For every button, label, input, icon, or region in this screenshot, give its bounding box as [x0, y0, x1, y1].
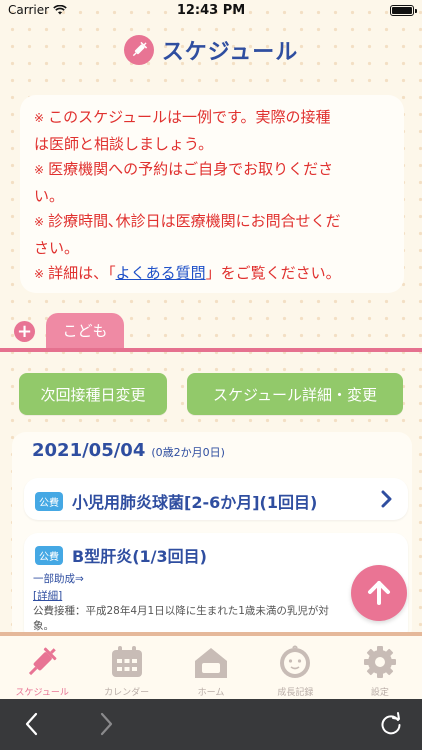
- schedule-date-row: 2021/05/04 (0歳2か月0日): [32, 440, 225, 461]
- tab-label: スケジュール: [15, 688, 69, 698]
- faq-link[interactable]: よくある質問: [116, 264, 206, 282]
- notice-mark: ※: [34, 267, 45, 281]
- baby-face-icon: [275, 642, 315, 682]
- tab-label: 成長記録: [277, 688, 314, 698]
- tab-growth-record[interactable]: 成長記録: [253, 636, 337, 699]
- notice-line: ※ 医療機関への予約はご自身でお取りくださ: [34, 157, 392, 184]
- notice-text: 詳細は、「: [48, 264, 116, 282]
- vaccine-name: 小児用肺炎球菌[2-6か月](1回目): [72, 493, 318, 512]
- public-badge: 公費: [35, 546, 63, 565]
- notice-line: ※ このスケジュールは一例です。実際の接種: [34, 105, 392, 132]
- tab-calendar[interactable]: カレンダー: [84, 636, 168, 699]
- add-child-button[interactable]: +: [14, 321, 35, 342]
- bottom-tab-bar: スケジュール カレンダー ホーム 成長記録 設定: [0, 632, 422, 699]
- arrow-up-icon: [368, 581, 390, 605]
- calendar-icon: [107, 642, 147, 682]
- notice-line: ※ 診療時間､休診日は医療機関にお問合せくだ: [34, 209, 392, 236]
- syringe-icon: [123, 35, 154, 65]
- schedule-age: (0歳2か月0日): [151, 446, 225, 459]
- tab-schedule[interactable]: スケジュール: [0, 636, 84, 699]
- notice-text: 医療機関への予約はご自身でお取りくださ: [48, 160, 334, 178]
- public-note: 公費接種：平成28年4月1日以降に生まれた1歳未満の乳児が対象。: [33, 605, 329, 632]
- tab-child[interactable]: こども: [46, 313, 124, 348]
- notice-text: 診療時間､休診日は医療機関にお問合せくだ: [48, 212, 341, 230]
- tab-underline: [0, 348, 422, 352]
- browser-toolbar: [0, 699, 422, 750]
- gear-icon: [360, 642, 400, 682]
- tab-settings[interactable]: 設定: [338, 636, 422, 699]
- schedule-detail-change-button[interactable]: スケジュール詳細・変更: [187, 373, 403, 415]
- chevron-right-icon: [381, 490, 392, 508]
- notice-text: さい。: [34, 238, 80, 257]
- scroll-to-top-button[interactable]: [351, 565, 407, 621]
- next-date-change-button[interactable]: 次回接種日変更: [19, 373, 167, 415]
- tab-label: ホーム: [197, 688, 225, 698]
- page-title: スケジュール: [161, 40, 299, 65]
- notice-text: は医師と相談しましょう。: [34, 134, 214, 153]
- home-icon: [191, 642, 231, 682]
- notice-text: 」をご覧ください。: [205, 264, 341, 282]
- vaccine-item[interactable]: 公費 小児用肺炎球菌[2-6か月](1回目): [24, 478, 408, 520]
- tab-label: カレンダー: [104, 688, 150, 698]
- subsidy-label: 一部助成⇒: [33, 573, 84, 585]
- notice-text: い。: [34, 186, 65, 205]
- notice-mark: ※: [34, 111, 45, 125]
- syringe-icon: [22, 642, 62, 682]
- public-badge: 公費: [35, 492, 63, 511]
- tab-label: 設定: [370, 688, 389, 698]
- header: スケジュール: [0, 30, 422, 70]
- battery-icon: [390, 5, 417, 16]
- tab-home[interactable]: ホーム: [169, 636, 253, 699]
- notice-mark: ※: [34, 215, 45, 229]
- status-bar: Carrier 12:43 PM: [0, 0, 422, 22]
- notice-line: は医師と相談しましょう。: [34, 132, 392, 158]
- details-link[interactable]: [詳細]: [33, 588, 62, 603]
- clock: 12:43 PM: [176, 3, 246, 18]
- notice-line: ※ 詳細は、「よくある質問」をご覧ください。: [34, 261, 392, 288]
- vaccine-name: B型肝炎(1/3回目): [72, 547, 207, 566]
- forward-icon[interactable]: [96, 711, 116, 737]
- notice-text: このスケジュールは一例です。実際の接種: [48, 108, 331, 126]
- notice-line: さい。: [34, 236, 392, 262]
- notice-mark: ※: [34, 163, 45, 177]
- reload-icon[interactable]: [378, 711, 404, 737]
- notice-box: ※ このスケジュールは一例です。実際の接種 は医師と相談しましょう。 ※ 医療機関へ…: [20, 95, 404, 293]
- schedule-date: 2021/05/04: [32, 440, 146, 461]
- plus-icon: +: [16, 320, 33, 342]
- notice-line: い。: [34, 184, 392, 210]
- back-icon[interactable]: [22, 711, 42, 737]
